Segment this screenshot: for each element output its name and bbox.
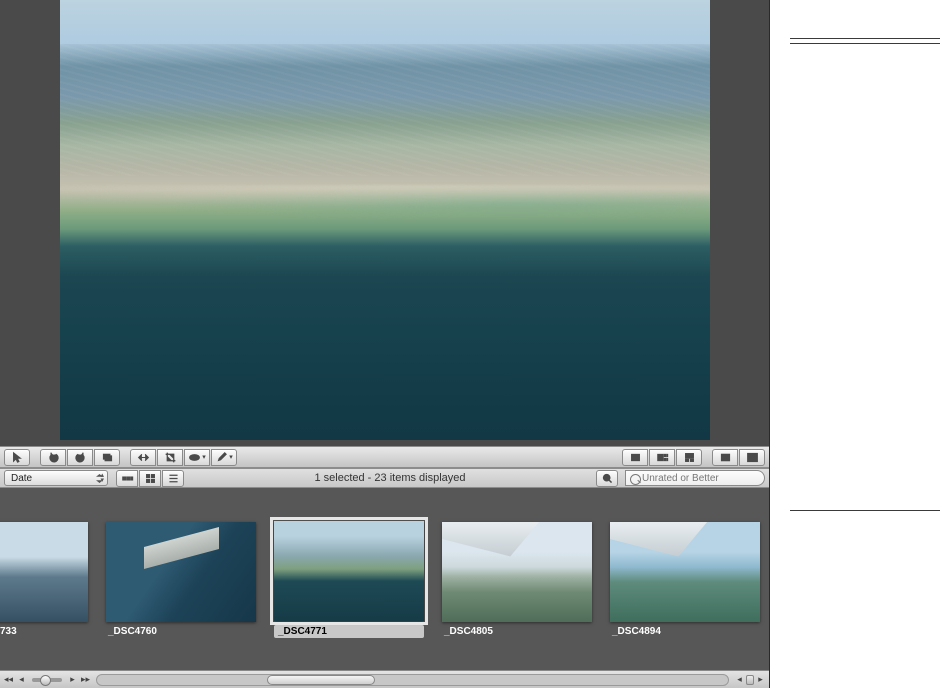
last-button[interactable]: ▸▸ [79, 673, 92, 686]
fullscreen-button[interactable] [739, 449, 765, 466]
scrollbar-handle[interactable] [267, 675, 374, 685]
eye-icon [188, 451, 201, 464]
annotation-line [790, 43, 940, 44]
thumbnail-image[interactable] [106, 522, 256, 622]
thumbnail[interactable]: _DSC4760 [106, 522, 256, 637]
horizontal-scrollbar[interactable] [96, 674, 729, 686]
thumbnail-label: _DSC4760 [106, 626, 256, 637]
crop-icon [164, 451, 177, 464]
first-button[interactable]: ◂◂ [2, 673, 15, 686]
thumbnail-image[interactable] [442, 522, 592, 622]
secondary-toolbar: Date ▴▾ 1 selected - 23 items displayed … [0, 468, 769, 488]
viewer-mode-icon [629, 451, 642, 464]
thumbnail[interactable]: _DSC4894 [610, 522, 760, 637]
thumbnail[interactable]: _DSC4805 [442, 522, 592, 637]
straighten-icon [137, 451, 150, 464]
thumbnail-label: _DSC4894 [610, 626, 760, 637]
rotate-cw-icon [74, 451, 87, 464]
split-mode-button[interactable] [649, 449, 675, 466]
navbar: ◂◂ ◂ ▸ ▸▸ ◂ ▸ [0, 670, 769, 688]
split-mode-icon [656, 451, 669, 464]
scroll-right-button[interactable]: ▸ [754, 673, 767, 686]
grid-layout-button[interactable] [139, 470, 161, 487]
thumbnail-selected[interactable]: _DSC4771 [274, 521, 424, 638]
rotate-cw-button[interactable] [67, 449, 93, 466]
crop-button[interactable] [157, 449, 183, 466]
thumbnail-zoom-slider[interactable] [32, 678, 62, 682]
loupe-icon [601, 472, 614, 485]
list-layout-button[interactable] [162, 470, 184, 487]
chevron-down-icon: ▾ [229, 453, 233, 461]
pointer-icon [11, 451, 24, 464]
thumbnail-label: 733 [0, 626, 88, 637]
thumbnail-image[interactable] [610, 522, 760, 622]
browser-mode-button[interactable] [676, 449, 702, 466]
selection-status: 1 selected - 23 items displayed [314, 472, 465, 484]
grid-layout-icon [144, 472, 157, 485]
rotate-ccw-icon [47, 451, 60, 464]
filter-placeholder: Unrated or Better [642, 473, 719, 484]
annotation-line [790, 510, 940, 511]
single-view-icon [719, 451, 732, 464]
straighten-button[interactable] [130, 449, 156, 466]
filmstrip-layout-button[interactable] [116, 470, 138, 487]
stacks-button[interactable] [94, 449, 120, 466]
loupe-button[interactable] [596, 470, 618, 487]
sort-field-select[interactable]: Date ▴▾ [4, 470, 108, 486]
chevron-down-icon: ▾ [202, 453, 206, 461]
stacks-icon [101, 451, 114, 464]
main-image[interactable] [60, 0, 710, 440]
prev-button[interactable]: ◂ [15, 673, 28, 686]
thumbnail[interactable]: 733 [0, 522, 88, 637]
viewer-mode-button[interactable] [622, 449, 648, 466]
thumbnail-image[interactable] [274, 521, 424, 621]
fullscreen-icon [746, 451, 759, 464]
filmstrip-layout-icon [121, 472, 134, 485]
brush-icon [215, 451, 228, 464]
primary-toolbar: ▾ ▾ [0, 446, 769, 468]
list-layout-icon [167, 472, 180, 485]
updown-icon: ▴▾ [100, 473, 104, 483]
sort-field-label: Date [11, 473, 32, 484]
brush-button[interactable]: ▾ [211, 449, 237, 466]
filter-field[interactable]: Unrated or Better [625, 470, 765, 486]
single-view-button[interactable] [712, 449, 738, 466]
thumbnail-label: _DSC4771 [274, 625, 424, 638]
next-button[interactable]: ▸ [66, 673, 79, 686]
redeye-button[interactable]: ▾ [184, 449, 210, 466]
viewer-area [0, 0, 769, 446]
thumbnail-label: _DSC4805 [442, 626, 592, 637]
filter-search: Unrated or Better [625, 470, 765, 486]
annotation-line [790, 38, 940, 39]
scroll-track-marker [746, 675, 754, 685]
browser-mode-icon [683, 451, 696, 464]
app-window: ▾ ▾ Date ▴▾ [0, 0, 770, 688]
filmstrip[interactable]: 733 _DSC4760 _DSC4771 _DSC4805 _DSC4894 [0, 488, 769, 670]
scroll-left-button[interactable]: ◂ [733, 673, 746, 686]
rotate-ccw-button[interactable] [40, 449, 66, 466]
selection-tool-button[interactable] [4, 449, 30, 466]
thumbnail-image[interactable] [0, 522, 88, 622]
